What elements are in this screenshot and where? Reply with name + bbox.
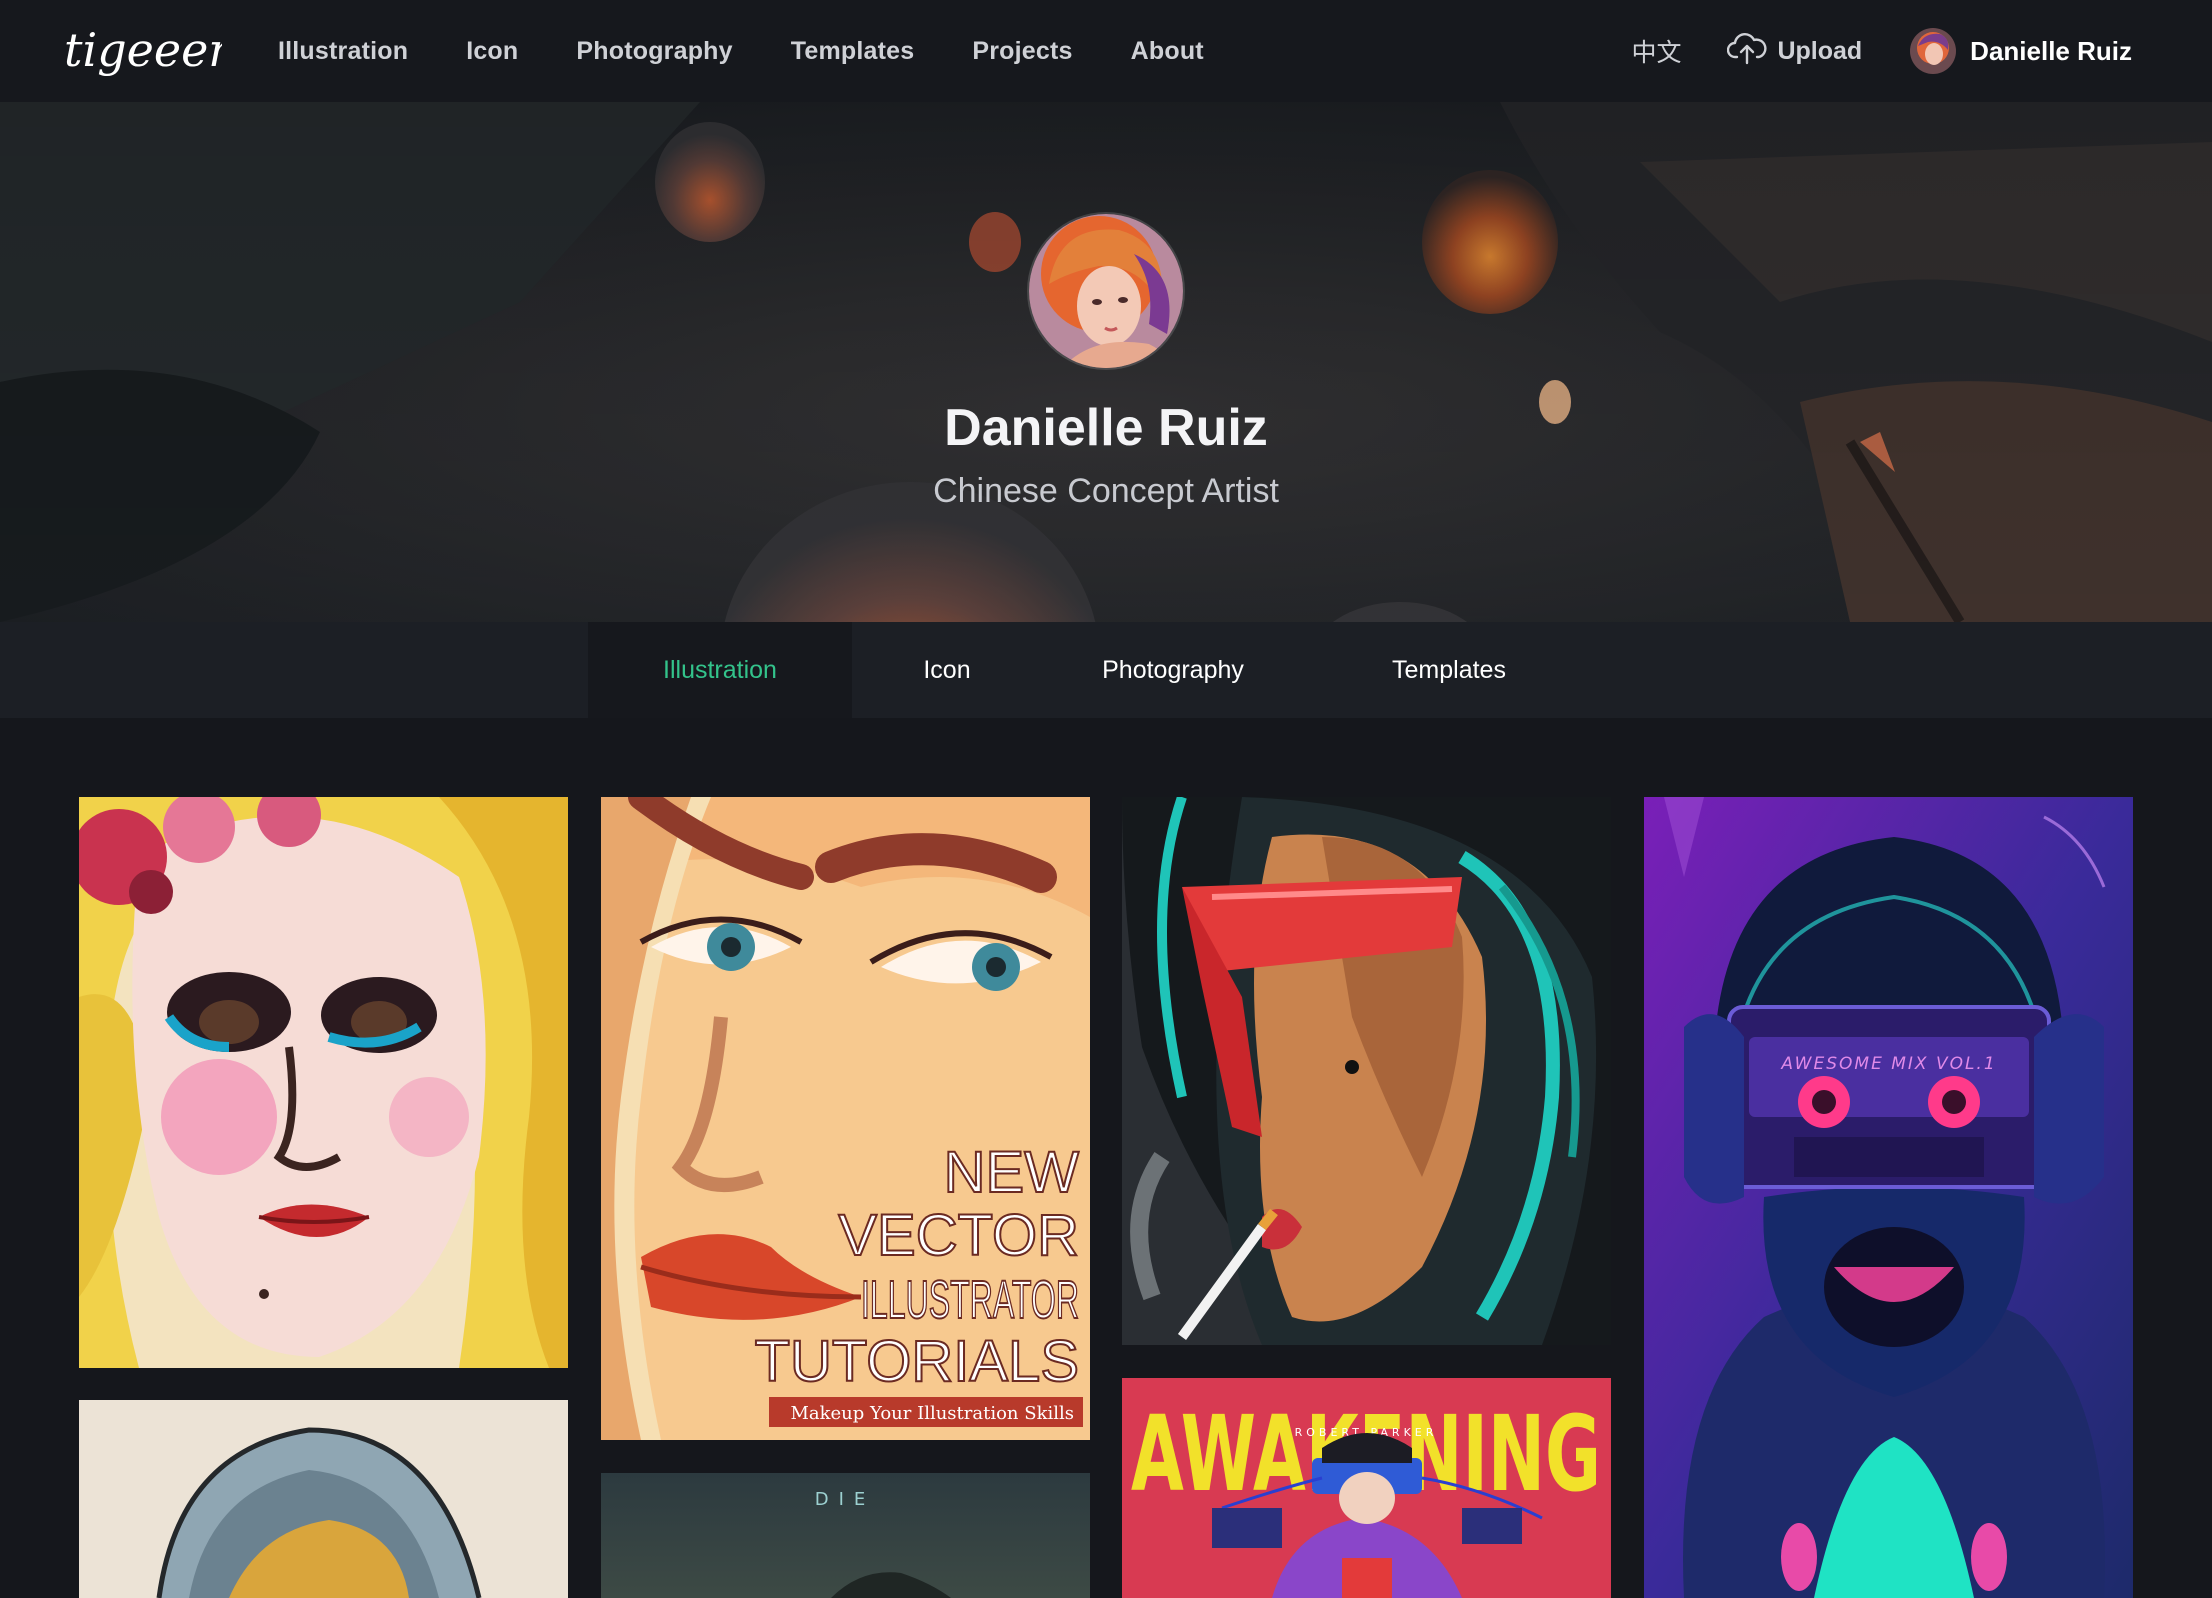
nav-right: 中文 Upload Danielle Ruiz — [1631, 0, 2132, 102]
tab-illustration[interactable]: Illustration — [588, 622, 852, 718]
nav-link-illustration[interactable]: Illustration — [278, 37, 408, 66]
cassette-label: AWESOME MIX VOL.1 — [1780, 1054, 1996, 1074]
nav-link-photography[interactable]: Photography — [576, 37, 732, 66]
poster-label: DIE — [815, 1489, 876, 1510]
svg-text:NEW: NEW — [944, 1140, 1080, 1205]
artwork-image: NEW VECTOR ILLUSTRATOR TUTORIALS Makeup … — [601, 797, 1090, 1440]
artwork-card[interactable]: NEW VECTOR ILLUSTRATOR TUTORIALS Makeup … — [601, 797, 1090, 1440]
artwork-image — [79, 1400, 568, 1598]
artwork-card[interactable]: AWAKENING ROBERT PARKER — [1122, 1378, 1611, 1598]
artwork-card[interactable]: DIE — [601, 1473, 1090, 1598]
category-tabbar: Illustration Icon Photography Templates — [0, 622, 2212, 718]
user-menu[interactable]: Danielle Ruiz — [1910, 28, 2132, 74]
profile-title: Chinese Concept Artist — [933, 472, 1279, 510]
upload-label: Upload — [1777, 36, 1863, 65]
artwork-image: AWESOME MIX VOL.1 — [1644, 797, 2133, 1598]
nav-link-icon[interactable]: Icon — [466, 37, 518, 66]
tutorial-caption: Makeup Your Illustration Skills — [790, 1403, 1074, 1424]
user-name: Danielle Ruiz — [1970, 35, 2132, 66]
artwork-card[interactable] — [1122, 797, 1611, 1345]
artwork-image: DIE — [601, 1473, 1090, 1598]
tab-photography[interactable]: Photography — [1042, 622, 1304, 718]
artwork-image — [79, 797, 568, 1368]
artwork-image: AWAKENING ROBERT PARKER — [1122, 1378, 1611, 1598]
svg-text:VECTOR: VECTOR — [838, 1203, 1079, 1268]
nav-link-projects[interactable]: Projects — [972, 37, 1072, 66]
tab-icon[interactable]: Icon — [852, 622, 1042, 718]
profile-banner: Danielle Ruiz Chinese Concept Artist — [0, 102, 2212, 622]
artwork-image — [1122, 797, 1611, 1345]
profile-name: Danielle Ruiz — [944, 399, 1268, 457]
artwork-card[interactable] — [79, 1400, 568, 1598]
cloud-upload-icon — [1727, 31, 1777, 72]
svg-text:ILLUSTRATOR: ILLUSTRATOR — [861, 1270, 1079, 1330]
profile-avatar[interactable] — [1027, 212, 1185, 370]
svg-text:TUTORIALS: TUTORIALS — [755, 1329, 1079, 1394]
artwork-gallery: NEW VECTOR ILLUSTRATOR TUTORIALS Makeup … — [79, 797, 2133, 1598]
logo-text: tigeeer — [64, 23, 222, 77]
profile-block: Danielle Ruiz Chinese Concept Artist — [0, 212, 2212, 511]
artwork-card[interactable] — [79, 797, 568, 1368]
upload-button[interactable]: Upload — [1727, 31, 1862, 72]
category-tabs: Illustration Icon Photography Templates — [588, 622, 1594, 718]
main-nav: Illustration Icon Photography Templates … — [278, 0, 1262, 102]
language-switch[interactable]: 中文 — [1631, 33, 1681, 69]
brand-logo[interactable]: tigeeer — [62, 14, 233, 94]
top-navbar: tigeeer Illustration Icon Photography Te… — [0, 0, 2212, 102]
nav-link-about[interactable]: About — [1131, 37, 1204, 66]
user-avatar — [1910, 28, 1957, 74]
artwork-card[interactable]: AWESOME MIX VOL.1 — [1644, 797, 2133, 1598]
tab-templates[interactable]: Templates — [1304, 622, 1594, 718]
nav-link-templates[interactable]: Templates — [791, 37, 915, 66]
